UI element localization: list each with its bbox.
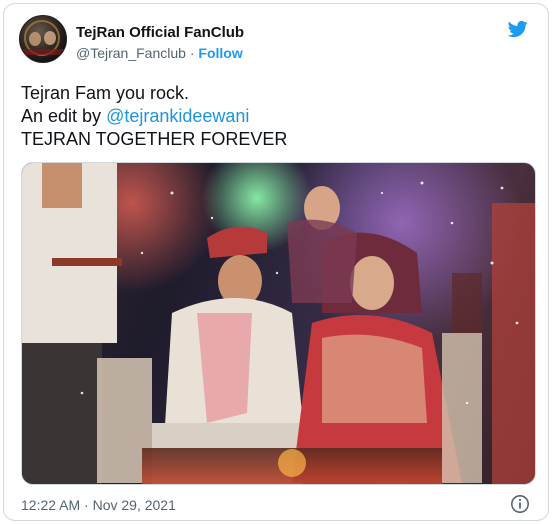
- separator: ·: [189, 45, 195, 61]
- follow-button[interactable]: Follow: [198, 45, 242, 61]
- display-name[interactable]: TejRan Official FanClub: [76, 24, 244, 41]
- tweet-line-3: TEJRAN TOGETHER FOREVER: [21, 129, 288, 149]
- tweet-photo[interactable]: [21, 162, 536, 485]
- twitter-bird-icon[interactable]: [506, 19, 530, 39]
- mention-link[interactable]: @tejrankideewani: [106, 106, 249, 126]
- tweet-text: Tejran Fam you rock. An edit by @tejrank…: [21, 82, 531, 151]
- handle[interactable]: @Tejran_Fanclub: [76, 45, 186, 61]
- tweet-line-2-text: An edit by: [21, 106, 107, 126]
- info-icon[interactable]: [510, 494, 530, 514]
- tweet-card: TejRan Official FanClub @Tejran_Fanclub …: [3, 3, 549, 521]
- tweet-line-1: Tejran Fam you rock.: [21, 83, 190, 103]
- handle-row: @Tejran_Fanclub · Follow: [76, 45, 243, 61]
- wedding-photo-illustration: [22, 163, 535, 484]
- avatar[interactable]: [19, 15, 67, 63]
- tweet-line-2: An edit by @tejrankideewani: [21, 105, 531, 128]
- timestamp[interactable]: 12:22 AM · Nov 29, 2021: [21, 497, 176, 513]
